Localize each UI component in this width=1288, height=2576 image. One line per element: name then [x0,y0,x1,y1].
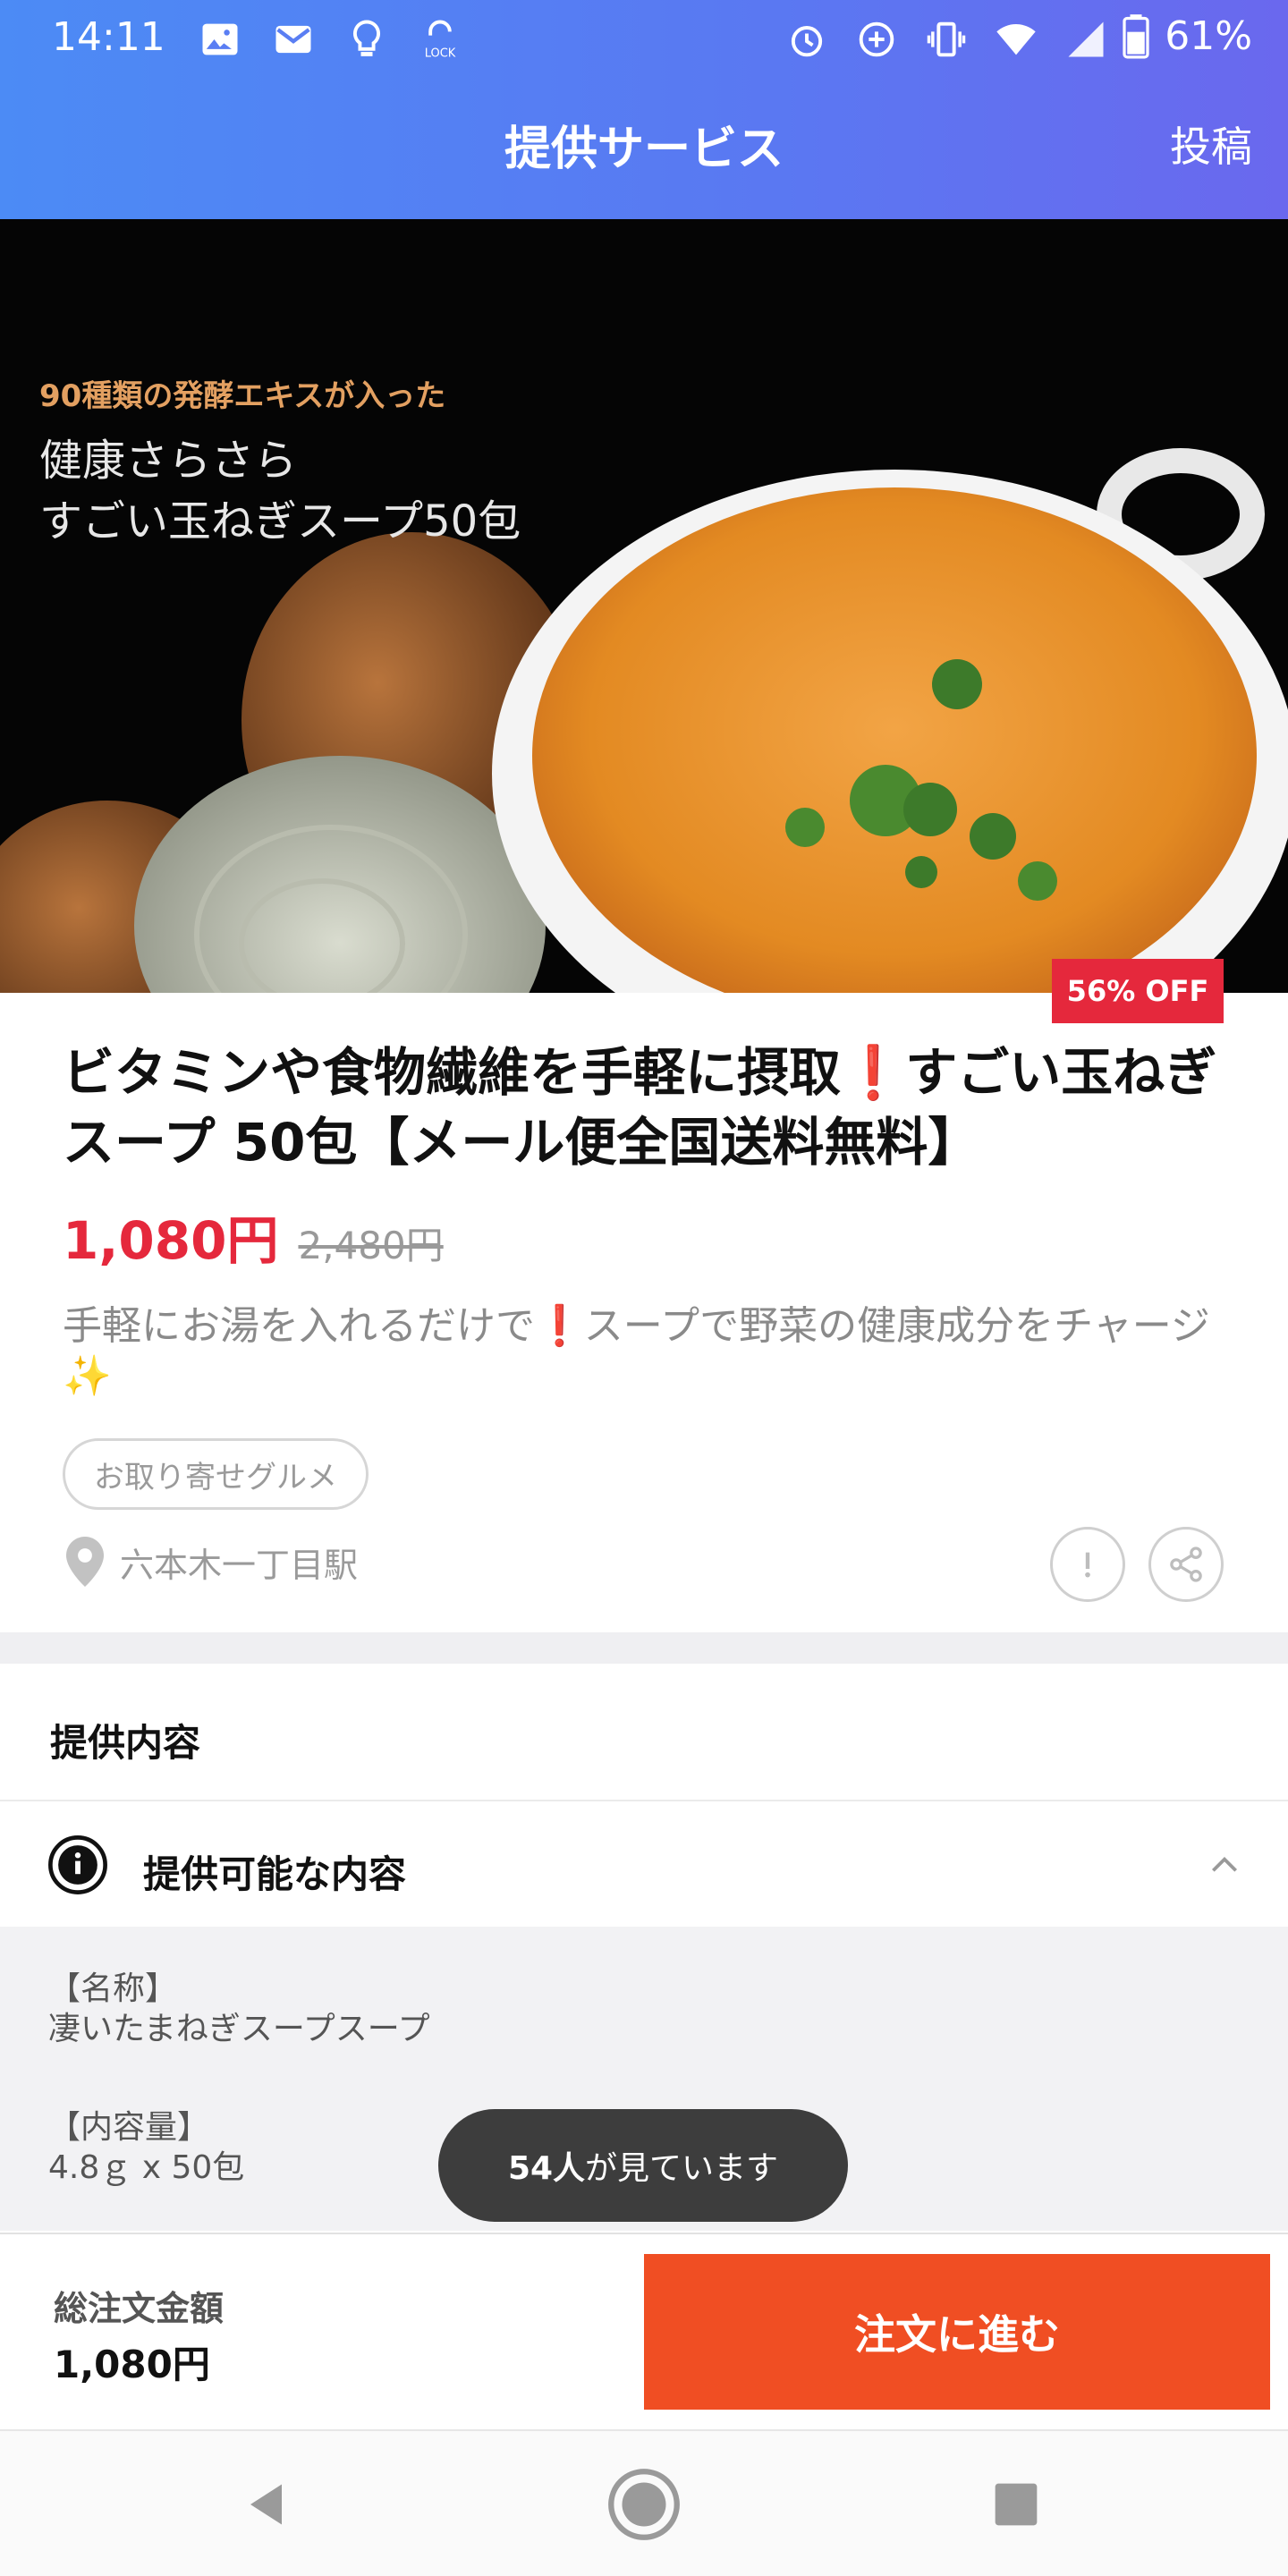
mail-icon [275,25,311,54]
hero-heading-line2: すごい玉ねぎスープ50包 [39,496,521,547]
home-button[interactable] [606,2467,682,2542]
post-button[interactable]: 投稿 [1170,114,1252,174]
price-row: 1,080円 2,480円 [63,1199,444,1274]
accordion-label: 提供可能な内容 [143,1852,407,1896]
navigation-bar [0,2429,1288,2576]
recents-button[interactable] [979,2467,1054,2542]
location-text: 六本木一丁目駅 [120,1545,359,1585]
battery-icon [1123,14,1149,59]
status-time: 14:11 [52,14,165,60]
section-divider [0,1632,1288,1664]
bulb-icon [352,20,381,56]
hero-heading-line1: 健康さらさら [39,436,298,486]
spec-value: 4.8ｇ x 50包 [48,2149,245,2186]
header: 14:11 LOCK 61% 提供サービス 投稿 [0,0,1288,219]
image-icon [202,23,238,55]
battery-percentage: 61% [1165,13,1252,59]
accordion-header[interactable]: 提供可能な内容 [0,1801,1288,1927]
discount-badge: 56% OFF [1052,959,1224,1023]
info-icon [48,1835,107,1894]
report-button[interactable] [1050,1527,1125,1602]
section-title: 提供内容 [50,1721,201,1765]
viewer-count-toast: 54人 が見ています [438,2109,848,2222]
back-button[interactable] [231,2467,306,2542]
current-price: 1,080円 [63,1210,279,1271]
svg-text:LOCK: LOCK [425,47,456,60]
viewer-suffix: が見ています [585,2150,779,2187]
share-icon [1170,1546,1202,1582]
share-button[interactable] [1148,1527,1224,1602]
lock-icon: LOCK [425,20,456,61]
screen: 14:11 LOCK 61% 提供サービス 投稿 90種類の発酵エキスが入った … [0,0,1288,2576]
status-bar: 14:11 LOCK 61% [0,0,1288,80]
location-row[interactable]: 六本木一丁目駅 [66,1537,358,1587]
alarm-icon [791,26,823,57]
soup-illustration [0,448,1288,993]
order-bar: 総注文金額 1,080円 注文に進む [0,2233,1288,2429]
vibrate-icon [927,21,966,57]
original-price: 2,480円 [298,1224,444,1267]
page-title: 提供サービス [504,123,784,176]
app-bar: 提供サービス 投稿 [0,89,1288,215]
chevron-up-icon[interactable] [1208,1848,1241,1882]
product-image[interactable]: 90種類の発酵エキスが入った 健康さらさら すごい玉ねぎスープ50包 [0,219,1288,993]
signal-icon [1068,21,1104,57]
back-triangle-icon [250,2484,282,2525]
total-value: 1,080円 [54,2343,210,2386]
spec-value: 凄いたまねぎスープスープ [48,2011,430,2047]
wifi-icon [996,24,1036,55]
product-description: 手軽にお湯を入れるだけで❗スープで野菜の健康成分をチャージ✨ [63,1303,1210,1399]
location-pin-icon [66,1537,104,1587]
hero-tagline: 90種類の発酵エキスが入った [39,378,446,414]
exclamation-icon [1085,1552,1090,1578]
recents-square-icon [995,2483,1038,2526]
product-title: ビタミンや食物繊維を手軽に摂取❗すごい玉ねぎスープ 50包【メール便全国送料無料… [63,1042,1217,1173]
home-circle-icon [608,2469,680,2540]
data-saver-icon [859,21,894,57]
viewer-count: 54人 [507,2150,586,2187]
total-label: 総注文金額 [54,2289,225,2328]
order-button[interactable]: 注文に進む [644,2254,1270,2410]
category-chip[interactable]: お取り寄せグルメ [63,1438,369,1510]
